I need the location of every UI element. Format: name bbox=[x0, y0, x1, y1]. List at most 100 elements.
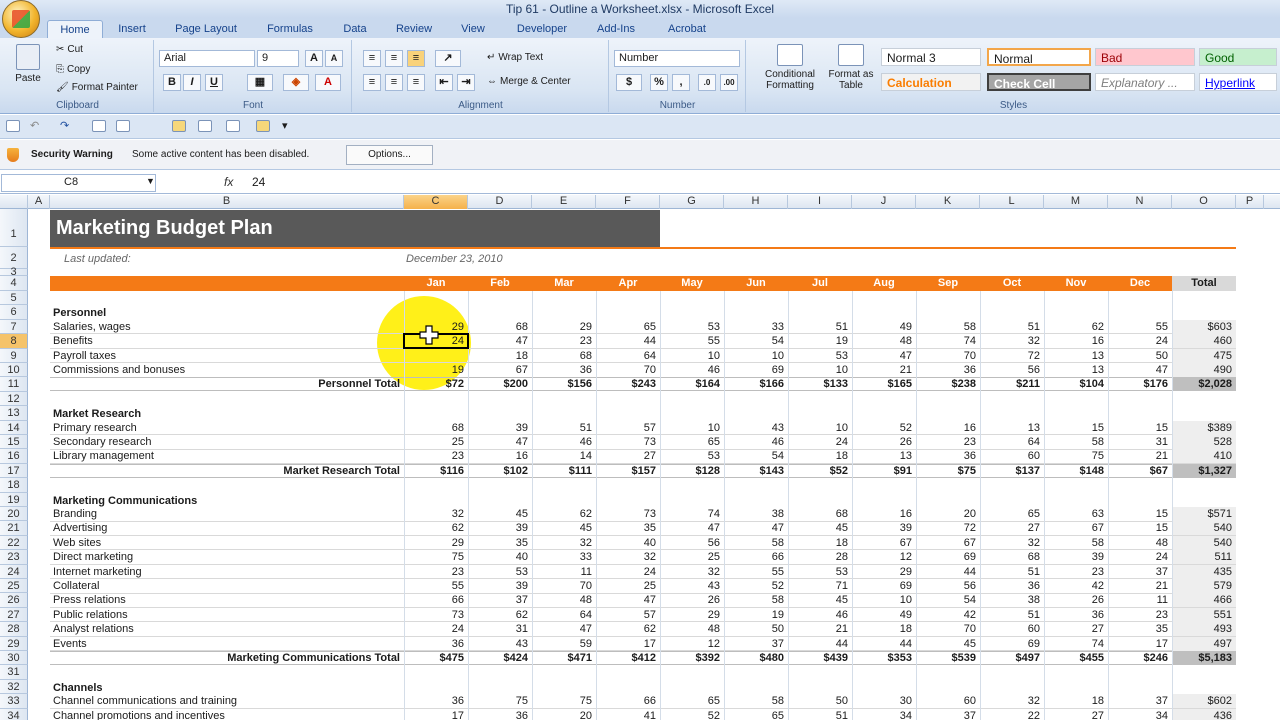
increase-decimal-icon[interactable]: .0 bbox=[698, 74, 716, 91]
style-normal3[interactable]: Normal 3 bbox=[881, 48, 981, 66]
table-cell[interactable]: 32 bbox=[404, 507, 468, 521]
month-header[interactable]: Aug bbox=[852, 276, 916, 291]
table-cell[interactable]: 17 bbox=[404, 709, 468, 720]
table-cell[interactable]: 46 bbox=[660, 363, 724, 377]
column-header[interactable]: E bbox=[532, 195, 596, 209]
row-header[interactable]: 3 bbox=[0, 267, 28, 278]
table-cell[interactable]: 45 bbox=[532, 521, 596, 535]
table-cell[interactable]: 65 bbox=[980, 507, 1044, 521]
table-cell[interactable]: 23 bbox=[1108, 608, 1172, 622]
table-cell[interactable]: 67 bbox=[1044, 521, 1108, 535]
table-cell[interactable]: 25 bbox=[404, 435, 468, 449]
table-cell[interactable]: 37 bbox=[468, 593, 532, 607]
row-header[interactable]: 20 bbox=[0, 507, 28, 522]
table-cell[interactable]: 36 bbox=[404, 637, 468, 651]
table-cell[interactable]: 36 bbox=[980, 579, 1044, 593]
row-label[interactable]: Channel promotions and incentives bbox=[53, 709, 403, 720]
total-cell[interactable]: 410 bbox=[1172, 449, 1236, 464]
row-label[interactable]: Primary research bbox=[53, 421, 403, 435]
table-cell[interactable]: 68 bbox=[532, 349, 596, 363]
last-updated-label[interactable]: Last updated: bbox=[64, 252, 131, 266]
table-cell[interactable]: 55 bbox=[660, 334, 724, 348]
row-header[interactable]: 16 bbox=[0, 449, 28, 464]
row-header[interactable]: 8 bbox=[0, 334, 28, 349]
table-cell[interactable]: 62 bbox=[404, 521, 468, 535]
table-cell[interactable]: 21 bbox=[852, 363, 916, 377]
table-cell[interactable]: 43 bbox=[468, 637, 532, 651]
row-header[interactable]: 22 bbox=[0, 535, 28, 551]
table-cell[interactable]: 68 bbox=[404, 421, 468, 435]
table-cell[interactable]: 13 bbox=[852, 449, 916, 463]
table-cell[interactable]: 70 bbox=[916, 622, 980, 636]
align-bottom-icon[interactable]: ≡ bbox=[407, 50, 425, 67]
table-cell[interactable]: 48 bbox=[660, 622, 724, 636]
table-cell[interactable]: $165 bbox=[852, 377, 916, 391]
table-cell[interactable]: 42 bbox=[1044, 579, 1108, 593]
table-cell[interactable]: 11 bbox=[1108, 593, 1172, 607]
table-cell[interactable]: $111 bbox=[532, 464, 596, 478]
table-cell[interactable]: 38 bbox=[724, 507, 788, 521]
table-cell[interactable]: 15 bbox=[1044, 421, 1108, 435]
table-cell[interactable]: 36 bbox=[1044, 608, 1108, 622]
table-cell[interactable]: 40 bbox=[468, 550, 532, 564]
table-cell[interactable]: 10 bbox=[660, 421, 724, 435]
table-cell[interactable]: 50 bbox=[788, 694, 852, 708]
table-cell[interactable]: 36 bbox=[468, 709, 532, 720]
row-header[interactable]: 33 bbox=[0, 694, 28, 709]
month-header[interactable]: Apr bbox=[596, 276, 660, 291]
table-cell[interactable]: 29 bbox=[404, 536, 468, 550]
table-cell[interactable]: 27 bbox=[980, 521, 1044, 535]
bold-button[interactable]: B bbox=[163, 74, 181, 91]
table-cell[interactable]: 60 bbox=[916, 694, 980, 708]
table-cell[interactable]: 51 bbox=[532, 421, 596, 435]
month-header[interactable]: Jul bbox=[788, 276, 852, 291]
merge-center-button[interactable]: ⇔ Merge & Center bbox=[487, 76, 571, 87]
row-header[interactable]: 32 bbox=[0, 679, 28, 695]
align-middle-icon[interactable]: ≡ bbox=[385, 50, 403, 67]
table-cell[interactable]: 34 bbox=[852, 709, 916, 720]
row-header[interactable]: 23 bbox=[0, 550, 28, 565]
table-cell[interactable]: 57 bbox=[596, 608, 660, 622]
row-header[interactable]: 14 bbox=[0, 420, 28, 435]
tab-page-layout[interactable]: Page Layout bbox=[164, 20, 248, 38]
table-cell[interactable]: 44 bbox=[596, 334, 660, 348]
table-cell[interactable]: $104 bbox=[1044, 377, 1108, 391]
row-label[interactable]: Salaries, wages bbox=[53, 320, 403, 334]
style-calculation[interactable]: Calculation bbox=[881, 73, 981, 91]
table-cell[interactable]: 44 bbox=[852, 637, 916, 651]
table-cell[interactable]: 70 bbox=[532, 579, 596, 593]
table-cell[interactable]: 59 bbox=[532, 637, 596, 651]
row-label[interactable]: Library management bbox=[53, 449, 403, 463]
month-header[interactable]: Nov bbox=[1044, 276, 1108, 291]
table-cell[interactable]: 23 bbox=[916, 435, 980, 449]
table-cell[interactable]: 20 bbox=[532, 709, 596, 720]
row-header[interactable]: 5 bbox=[0, 291, 28, 306]
table-cell[interactable]: 58 bbox=[916, 320, 980, 334]
total-cell[interactable]: 497 bbox=[1172, 636, 1236, 651]
borders-icon[interactable]: ▦ bbox=[247, 74, 273, 91]
table-cell[interactable]: 53 bbox=[788, 349, 852, 363]
table-cell[interactable]: 67 bbox=[852, 536, 916, 550]
cut-button[interactable]: ✂ Cut bbox=[56, 44, 83, 55]
form-icon[interactable] bbox=[226, 120, 240, 132]
table-cell[interactable]: 19 bbox=[724, 608, 788, 622]
row-header[interactable]: 1 bbox=[0, 209, 28, 247]
row-label[interactable]: Payroll taxes bbox=[53, 349, 403, 363]
table-cell[interactable]: 57 bbox=[596, 421, 660, 435]
table-cell[interactable]: 47 bbox=[532, 622, 596, 636]
table-cell[interactable]: 51 bbox=[980, 565, 1044, 579]
table-cell[interactable]: 29 bbox=[852, 565, 916, 579]
row-header[interactable]: 9 bbox=[0, 348, 28, 363]
table-cell[interactable]: 64 bbox=[596, 349, 660, 363]
table-cell[interactable]: 26 bbox=[852, 435, 916, 449]
column-header[interactable]: B bbox=[50, 195, 404, 209]
table-cell[interactable]: 48 bbox=[1108, 536, 1172, 550]
table-cell[interactable]: 53 bbox=[788, 565, 852, 579]
table-cell[interactable]: 47 bbox=[660, 521, 724, 535]
total-cell[interactable]: $571 bbox=[1172, 507, 1236, 521]
table-cell[interactable]: 55 bbox=[724, 565, 788, 579]
table-cell[interactable]: 24 bbox=[1108, 334, 1172, 348]
tab-acrobat[interactable]: Acrobat bbox=[656, 20, 718, 38]
orientation-icon[interactable]: ↗ bbox=[435, 50, 461, 67]
total-row-label[interactable]: Market Research Total bbox=[50, 464, 404, 478]
